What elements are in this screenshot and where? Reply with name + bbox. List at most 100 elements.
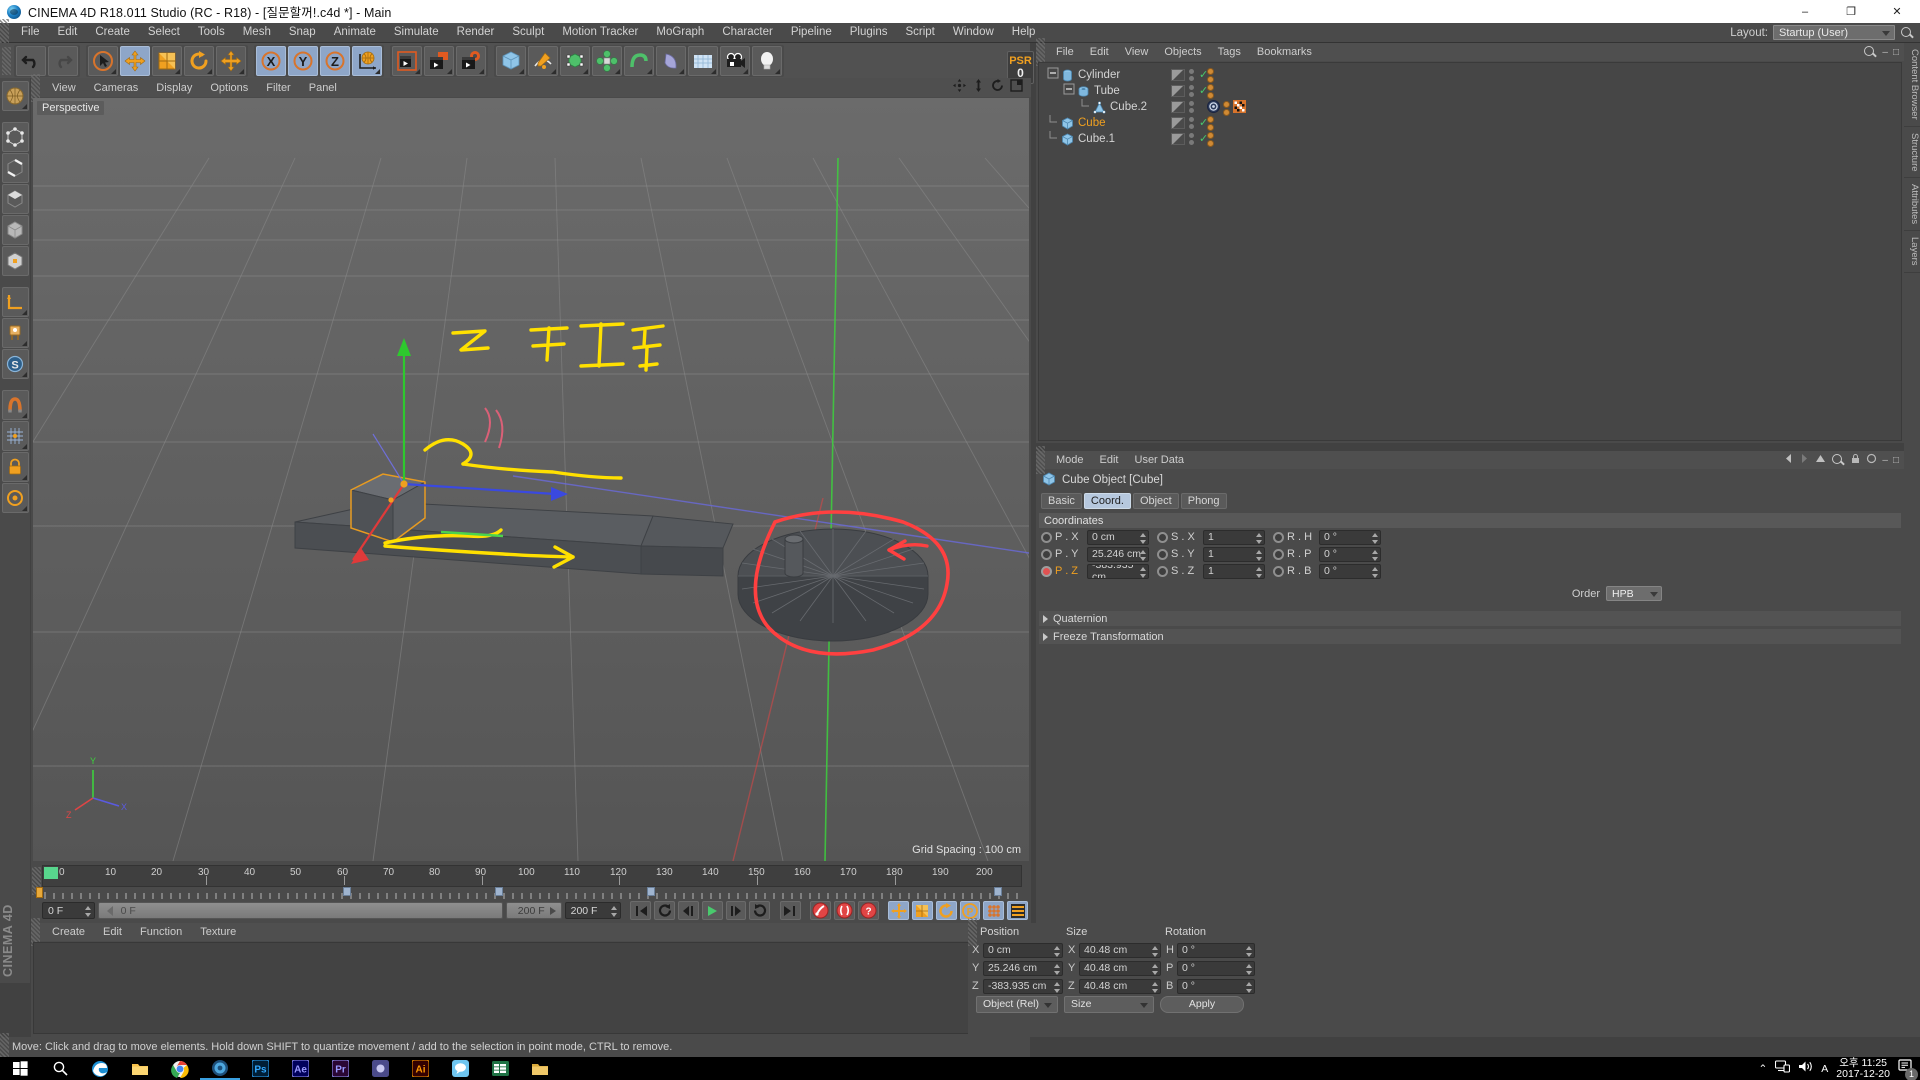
target-tag-icon[interactable]: [1207, 100, 1220, 116]
object-tree[interactable]: Cylinder ✓ Tube ✓ Cube.2 Cube ✓ Cube.1 ✓: [1038, 62, 1902, 441]
timeline-ruler[interactable]: 0 10 20 30 40 50 60 70 80 90 100 110 120…: [42, 865, 1022, 887]
visibility-dots-icon[interactable]: [1189, 69, 1194, 81]
object-mode-button[interactable]: [1, 246, 29, 276]
checker-tag-icon[interactable]: [1233, 100, 1246, 116]
rp-field[interactable]: 0 °: [1319, 546, 1381, 562]
attribute-menu-mode[interactable]: Mode: [1048, 454, 1092, 466]
sy-radio[interactable]: [1157, 548, 1168, 560]
viewport-menu-view[interactable]: View: [43, 82, 85, 94]
position-y-field[interactable]: 25.246 cm: [983, 960, 1063, 976]
undo-button[interactable]: [16, 45, 46, 76]
menu-sculpt[interactable]: Sculpt: [503, 23, 553, 42]
coordinate-manager-grip[interactable]: [968, 918, 977, 946]
step-forward-button[interactable]: [725, 901, 747, 920]
tag-dots[interactable]: [1207, 68, 1214, 83]
timeline-scrub-bar[interactable]: 0 F: [97, 902, 504, 919]
start-button[interactable]: [0, 1057, 40, 1080]
move-tool-button[interactable]: [120, 45, 150, 76]
axis-x-lock-button[interactable]: X: [256, 45, 286, 76]
pz-radio[interactable]: [1041, 565, 1052, 577]
stepper-icon[interactable]: [1246, 981, 1252, 993]
add-cube-button[interactable]: [496, 45, 526, 76]
attribute-minimize-icon[interactable]: –: [1882, 455, 1888, 466]
go-to-start-button[interactable]: [630, 901, 652, 920]
axis-z-lock-button[interactable]: Z: [320, 45, 350, 76]
stepper-icon[interactable]: [1152, 963, 1158, 975]
attribute-maximize-icon[interactable]: □: [1893, 455, 1899, 466]
stepper-icon[interactable]: [1372, 532, 1378, 544]
stepper-icon[interactable]: [1256, 566, 1262, 578]
stepper-icon[interactable]: [1054, 945, 1060, 957]
object-menu-bookmarks[interactable]: Bookmarks: [1249, 46, 1320, 58]
search-icon[interactable]: [1900, 26, 1914, 40]
rh-radio[interactable]: [1273, 531, 1284, 543]
menu-select[interactable]: Select: [139, 23, 189, 42]
menu-tools[interactable]: Tools: [189, 23, 234, 42]
visibility-swatch[interactable]: [1171, 133, 1185, 145]
visibility-dots-icon[interactable]: [1189, 101, 1194, 113]
menu-snap[interactable]: Snap: [280, 23, 325, 42]
add-bend-button[interactable]: [656, 45, 686, 76]
add-array-button[interactable]: [592, 45, 622, 76]
menu-character[interactable]: Character: [713, 23, 782, 42]
timeline-toggle-button[interactable]: [1007, 901, 1028, 920]
viewport-menu-display[interactable]: Display: [147, 82, 201, 94]
ime-indicator[interactable]: A: [1821, 1063, 1828, 1075]
redo-button[interactable]: [48, 45, 78, 76]
visibility-swatch[interactable]: [1171, 85, 1185, 97]
menu-render[interactable]: Render: [448, 23, 504, 42]
object-menu-objects[interactable]: Objects: [1156, 46, 1209, 58]
rotate-view-icon[interactable]: [991, 78, 1004, 97]
object-row-cube-1[interactable]: Cube.1 ✓: [1039, 131, 1901, 147]
stepper-icon[interactable]: [1246, 945, 1252, 957]
object-maximize-icon[interactable]: □: [1893, 47, 1899, 58]
lightroom-button[interactable]: [360, 1057, 400, 1080]
object-row-cube-2[interactable]: Cube.2: [1039, 99, 1901, 116]
point-mode-button[interactable]: [1, 122, 29, 152]
timeline-key-marker[interactable]: [647, 887, 655, 896]
chrome-button[interactable]: [160, 1057, 200, 1080]
current-frame-field[interactable]: 0 F: [42, 902, 95, 919]
stepper-icon[interactable]: [1372, 566, 1378, 578]
menu-mesh[interactable]: Mesh: [234, 23, 280, 42]
viewport-menu-cameras[interactable]: Cameras: [85, 82, 148, 94]
timeline-key-marker[interactable]: [343, 887, 351, 896]
notification-center-button[interactable]: 1: [1898, 1059, 1918, 1080]
stepper-icon[interactable]: [610, 906, 617, 917]
autokeying-button[interactable]: [833, 901, 855, 920]
stepper-icon[interactable]: [84, 906, 91, 917]
timeline-tick-strip[interactable]: [42, 887, 1022, 899]
file-explorer-button[interactable]: [120, 1057, 160, 1080]
menu-pipeline[interactable]: Pipeline: [782, 23, 841, 42]
scale-tool-button[interactable]: [152, 45, 182, 76]
add-environment-button[interactable]: [688, 45, 718, 76]
after-effects-button[interactable]: Ae: [280, 1057, 320, 1080]
rh-field[interactable]: 0 °: [1319, 529, 1381, 545]
material-menu-function[interactable]: Function: [131, 926, 191, 938]
viewport-menu-filter[interactable]: Filter: [257, 82, 299, 94]
excel-button[interactable]: [480, 1057, 520, 1080]
zoom-view-icon[interactable]: [972, 78, 985, 97]
viewport-solo-button[interactable]: [1, 483, 29, 513]
explorer2-button[interactable]: [520, 1057, 560, 1080]
rb-radio[interactable]: [1273, 565, 1284, 577]
axis-y-lock-button[interactable]: Y: [288, 45, 318, 76]
stepper-icon[interactable]: [1140, 566, 1146, 578]
timeline-range-end-field[interactable]: 200 F: [506, 902, 562, 919]
object-row-cube[interactable]: Cube ✓: [1039, 115, 1901, 131]
material-menu-edit[interactable]: Edit: [94, 926, 131, 938]
material-menu-create[interactable]: Create: [43, 926, 94, 938]
sy-field[interactable]: 1: [1203, 546, 1265, 562]
max-frame-field[interactable]: 200 F: [564, 902, 621, 919]
timeline-playhead[interactable]: [36, 887, 43, 898]
illustrator-button[interactable]: Ai: [400, 1057, 440, 1080]
vtab-layers[interactable]: Layers: [1904, 231, 1920, 273]
visibility-swatch[interactable]: [1171, 117, 1185, 129]
size-y-field[interactable]: 40.48 cm: [1079, 960, 1161, 976]
py-radio[interactable]: [1041, 548, 1052, 560]
stepper-icon[interactable]: [1256, 549, 1262, 561]
nav-back-icon[interactable]: [1783, 451, 1794, 469]
menu-file[interactable]: File: [12, 23, 49, 42]
clock[interactable]: 오후 11:25 2017-12-20: [1836, 1057, 1890, 1080]
minimize-button[interactable]: –: [1782, 0, 1828, 23]
